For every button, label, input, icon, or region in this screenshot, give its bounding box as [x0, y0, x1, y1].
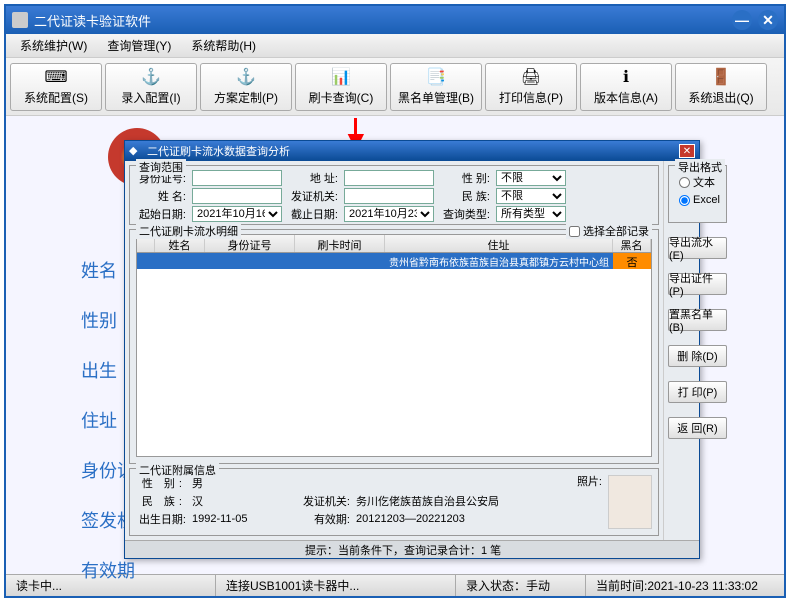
appendix-fieldset: 二代证附属信息 性 别:男 民 族:汉 出生日期:1992-11-05 发证机关…: [129, 468, 659, 536]
export-excel-radio[interactable]: Excel: [679, 194, 720, 206]
app-title: 二代证读卡验证软件: [34, 11, 732, 30]
dialog-titlebar: ◆ 二代证刷卡流水数据查询分析 ✕: [125, 141, 699, 161]
info-icon: ℹ: [616, 67, 636, 87]
name-input[interactable]: [192, 188, 282, 204]
export-cert-button[interactable]: 导出证件(P): [668, 273, 727, 295]
tool-print[interactable]: 🖨打印信息(P): [485, 63, 577, 111]
blacklist-button[interactable]: 置黑名单(B): [668, 309, 727, 331]
issuer-input[interactable]: [344, 188, 434, 204]
menu-help[interactable]: 系统帮助(H): [181, 34, 266, 57]
print-button[interactable]: 打 印(P): [668, 381, 727, 403]
toolbar: ⌨系统配置(S) ⚓录入配置(I) ⚓方案定制(P) 📊刷卡查询(C) 📑黑名单…: [6, 58, 784, 116]
photo-label: 照片:: [577, 473, 602, 489]
anchor-icon: ⚓: [236, 67, 256, 87]
id-input[interactable]: [192, 170, 282, 186]
type-select[interactable]: 所有类型: [496, 206, 566, 222]
anchor-icon: ⚓: [141, 67, 161, 87]
gender-select[interactable]: 不限: [496, 170, 566, 186]
close-button[interactable]: ✕: [758, 10, 778, 30]
tool-inputconfig[interactable]: ⚓录入配置(I): [105, 63, 197, 111]
select-all-checkbox[interactable]: 选择全部记录: [566, 223, 652, 239]
app-icon: [12, 12, 28, 28]
addr-input[interactable]: [344, 170, 434, 186]
tool-version[interactable]: ℹ版本信息(A): [580, 63, 672, 111]
end-date-select[interactable]: 2021年10月23日: [344, 206, 434, 222]
door-icon: 🚪: [711, 67, 731, 87]
query-dialog: ◆ 二代证刷卡流水数据查询分析 ✕ 查询范围 身份证号: 地 址: 性 别: 不…: [124, 140, 700, 559]
printer-icon: 🖨: [521, 67, 541, 87]
menu-system[interactable]: 系统维护(W): [10, 34, 97, 57]
menu-query[interactable]: 查询管理(Y): [97, 34, 181, 57]
dialog-statusbar: 提示：当前条件下，查询记录合计：1 笔: [125, 540, 699, 558]
chart-icon: 📊: [331, 67, 351, 87]
menubar: 系统维护(W) 查询管理(Y) 系统帮助(H): [6, 34, 784, 58]
tool-plan[interactable]: ⚓方案定制(P): [200, 63, 292, 111]
tool-blacklist[interactable]: 📑黑名单管理(B): [390, 63, 482, 111]
minimize-button[interactable]: —: [732, 10, 752, 30]
detail-fieldset: 二代证刷卡流水明细 选择全部记录 姓名 身份证号 刷卡时间 住址 黑名单: [129, 229, 659, 464]
return-button[interactable]: 返 回(R): [668, 417, 727, 439]
dialog-title: 二代证刷卡流水数据查询分析: [147, 143, 679, 159]
data-table[interactable]: 姓名 身份证号 刷卡时间 住址 黑名单 贵州省黔南布依族苗族自治县真都镇方云村中…: [136, 234, 652, 457]
tool-sysconfig[interactable]: ⌨系统配置(S): [10, 63, 102, 111]
status-time: 当前时间:2021-10-23 11:33:02: [586, 575, 784, 596]
export-fieldset: 导出格式 文本 Excel: [668, 165, 727, 223]
export-text-radio[interactable]: 文本: [679, 174, 720, 190]
main-titlebar: 二代证读卡验证软件 — ✕: [6, 6, 784, 34]
status-input-mode: 录入状态：手动: [456, 575, 586, 596]
query-range-fieldset: 查询范围 身份证号: 地 址: 性 别: 不限 姓 名: 发证机关: 民 族: …: [129, 165, 659, 225]
status-connection: 连接USB1001读卡器中...: [216, 575, 456, 596]
keyboard-icon: ⌨: [46, 67, 66, 87]
delete-button[interactable]: 删 除(D): [668, 345, 727, 367]
tool-exit[interactable]: 🚪系统退出(Q): [675, 63, 767, 111]
nation-select[interactable]: 不限: [496, 188, 566, 204]
photo-box: [608, 475, 652, 529]
table-row[interactable]: 贵州省黔南布依族苗族自治县真都镇方云村中心组 否: [137, 253, 651, 269]
dialog-sidebar: 导出格式 文本 Excel 导出流水(E) 导出证件(P) 置黑名单(B) 删 …: [663, 161, 731, 540]
tool-cardquery[interactable]: 📊刷卡查询(C): [295, 63, 387, 111]
dialog-icon: ◆: [129, 144, 143, 158]
start-date-select[interactable]: 2021年10月16日: [192, 206, 282, 222]
export-flow-button[interactable]: 导出流水(E): [668, 237, 727, 259]
dialog-close-button[interactable]: ✕: [679, 144, 695, 158]
list-icon: 📑: [426, 67, 446, 87]
